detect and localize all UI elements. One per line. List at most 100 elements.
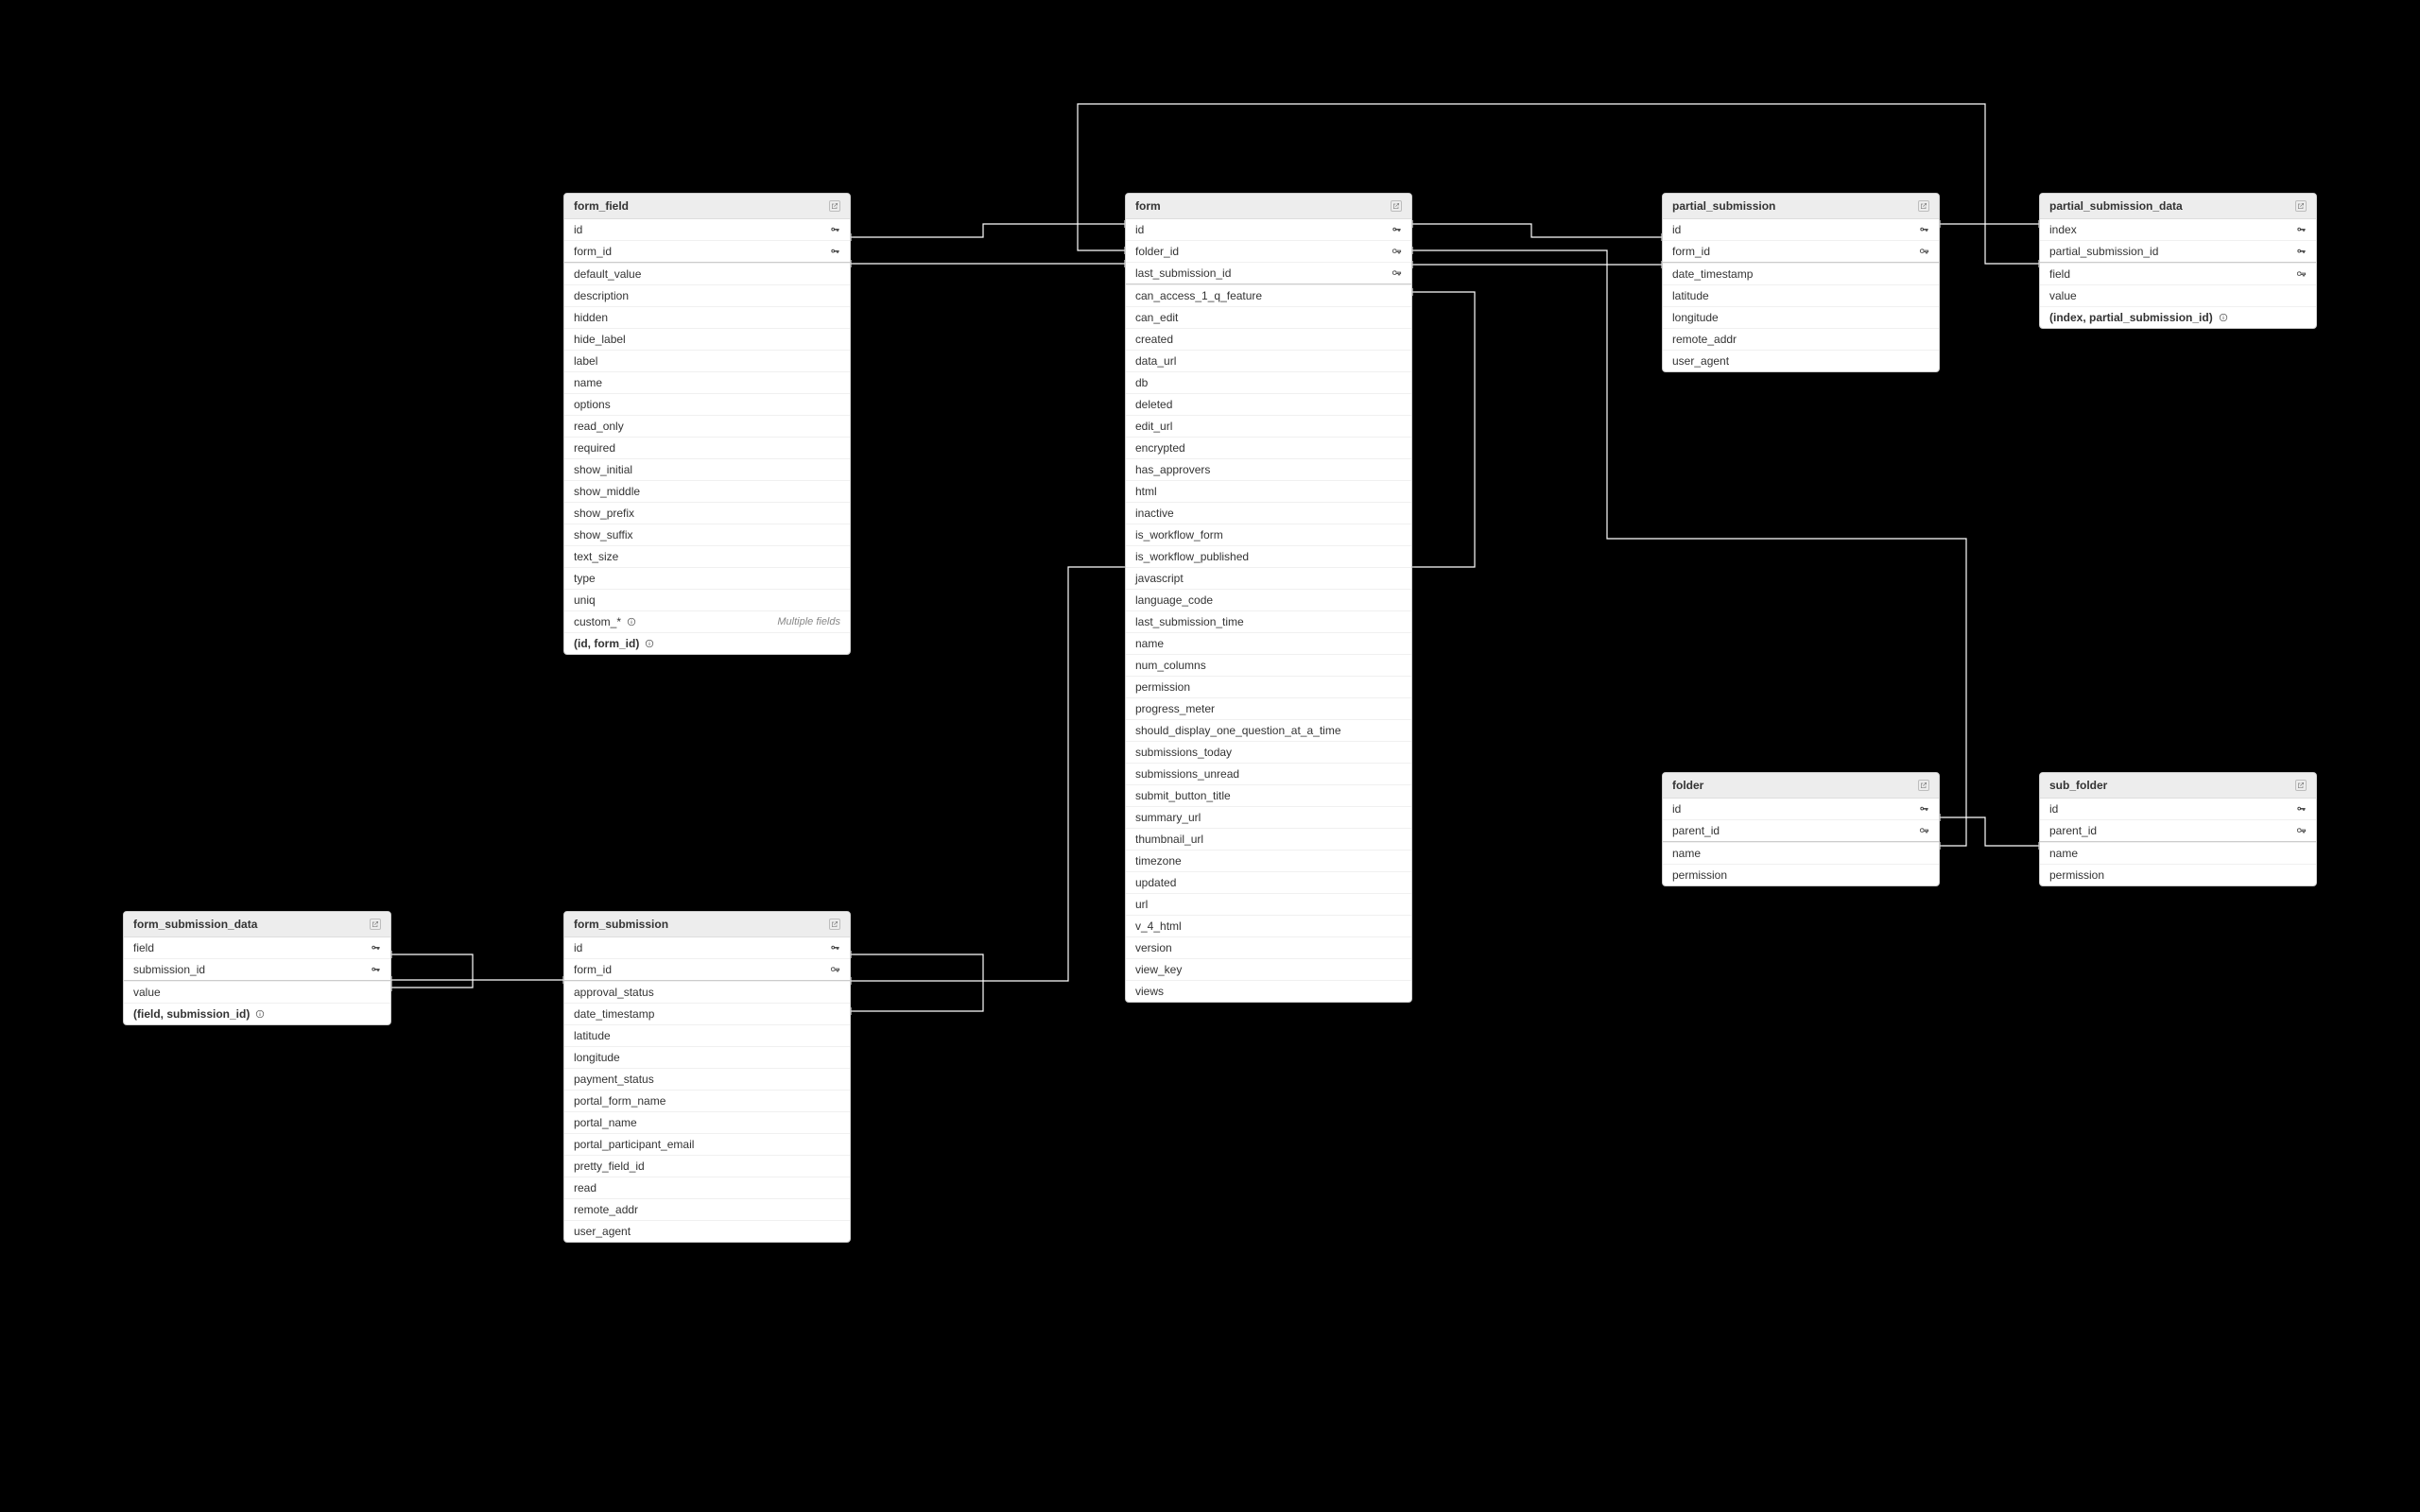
entity-row[interactable]: name xyxy=(1126,632,1411,654)
entity-form_submission_data[interactable]: form_submission_datafieldsubmission_idva… xyxy=(123,911,391,1025)
entity-row[interactable]: v_4_html xyxy=(1126,915,1411,936)
entity-row[interactable]: form_id xyxy=(1663,240,1939,262)
external-link-icon[interactable] xyxy=(829,919,840,930)
entity-row[interactable]: show_prefix xyxy=(564,502,850,524)
entity-row[interactable]: (index, partial_submission_id) xyxy=(2040,306,2316,328)
entity-row[interactable]: longitude xyxy=(1663,306,1939,328)
entity-row[interactable]: parent_id xyxy=(1663,819,1939,841)
entity-row[interactable]: should_display_one_question_at_a_time xyxy=(1126,719,1411,741)
entity-row[interactable]: data_url xyxy=(1126,350,1411,371)
entity-row[interactable]: value xyxy=(2040,284,2316,306)
entity-row[interactable]: name xyxy=(1663,842,1939,864)
entity-row[interactable]: view_key xyxy=(1126,958,1411,980)
entity-form_field[interactable]: form_fieldidform_iddefault_valuedescript… xyxy=(563,193,851,655)
entity-row[interactable]: thumbnail_url xyxy=(1126,828,1411,850)
entity-row[interactable]: submission_id xyxy=(124,958,390,980)
entity-row[interactable]: id xyxy=(564,937,850,958)
entity-header[interactable]: form_submission_data xyxy=(124,912,390,937)
entity-header[interactable]: folder xyxy=(1663,773,1939,799)
entity-row[interactable]: name xyxy=(2040,842,2316,864)
entity-form[interactable]: formidfolder_idlast_submission_idcan_acc… xyxy=(1125,193,1412,1003)
entity-row[interactable]: version xyxy=(1126,936,1411,958)
er-canvas[interactable]: form_fieldidform_iddefault_valuedescript… xyxy=(0,0,2420,1512)
entity-row[interactable]: user_agent xyxy=(564,1220,850,1242)
entity-row[interactable]: approval_status xyxy=(564,981,850,1003)
entity-row[interactable]: (id, form_id) xyxy=(564,632,850,654)
entity-row[interactable]: index xyxy=(2040,219,2316,240)
entity-row[interactable]: required xyxy=(564,437,850,458)
entity-row[interactable]: progress_meter xyxy=(1126,697,1411,719)
entity-row[interactable]: last_submission_time xyxy=(1126,610,1411,632)
entity-row[interactable]: created xyxy=(1126,328,1411,350)
entity-row[interactable]: description xyxy=(564,284,850,306)
entity-row[interactable]: views xyxy=(1126,980,1411,1002)
entity-row[interactable]: type xyxy=(564,567,850,589)
entity-partial_submission_data[interactable]: partial_submission_dataindexpartial_subm… xyxy=(2039,193,2317,329)
entity-row[interactable]: default_value xyxy=(564,263,850,284)
entity-row[interactable]: is_workflow_form xyxy=(1126,524,1411,545)
entity-row[interactable]: name xyxy=(564,371,850,393)
entity-row[interactable]: custom_*Multiple fields xyxy=(564,610,850,632)
entity-row[interactable]: summary_url xyxy=(1126,806,1411,828)
entity-row[interactable]: field xyxy=(2040,263,2316,284)
entity-row[interactable]: submissions_unread xyxy=(1126,763,1411,784)
entity-row[interactable]: html xyxy=(1126,480,1411,502)
entity-row[interactable]: portal_form_name xyxy=(564,1090,850,1111)
entity-row[interactable]: id xyxy=(564,219,850,240)
entity-row[interactable]: show_suffix xyxy=(564,524,850,545)
entity-row[interactable]: read xyxy=(564,1177,850,1198)
entity-row[interactable]: longitude xyxy=(564,1046,850,1068)
entity-row[interactable]: edit_url xyxy=(1126,415,1411,437)
external-link-icon[interactable] xyxy=(1391,200,1402,212)
entity-form_submission[interactable]: form_submissionidform_idapproval_statusd… xyxy=(563,911,851,1243)
entity-row[interactable]: portal_name xyxy=(564,1111,850,1133)
entity-header[interactable]: sub_folder xyxy=(2040,773,2316,799)
entity-row[interactable]: url xyxy=(1126,893,1411,915)
entity-row[interactable]: javascript xyxy=(1126,567,1411,589)
entity-row[interactable]: encrypted xyxy=(1126,437,1411,458)
entity-row[interactable]: text_size xyxy=(564,545,850,567)
entity-row[interactable]: deleted xyxy=(1126,393,1411,415)
entity-row[interactable]: language_code xyxy=(1126,589,1411,610)
entity-row[interactable]: latitude xyxy=(564,1024,850,1046)
entity-row[interactable]: partial_submission_id xyxy=(2040,240,2316,262)
entity-row[interactable]: id xyxy=(1663,219,1939,240)
entity-row[interactable]: user_agent xyxy=(1663,350,1939,371)
entity-row[interactable]: field xyxy=(124,937,390,958)
entity-row[interactable]: submissions_today xyxy=(1126,741,1411,763)
entity-folder[interactable]: folderidparent_idnamepermission xyxy=(1662,772,1940,886)
entity-row[interactable]: label xyxy=(564,350,850,371)
entity-header[interactable]: partial_submission_data xyxy=(2040,194,2316,219)
external-link-icon[interactable] xyxy=(829,200,840,212)
entity-row[interactable]: options xyxy=(564,393,850,415)
entity-row[interactable]: timezone xyxy=(1126,850,1411,871)
entity-header[interactable]: form xyxy=(1126,194,1411,219)
entity-header[interactable]: partial_submission xyxy=(1663,194,1939,219)
entity-row[interactable]: is_workflow_published xyxy=(1126,545,1411,567)
entity-header[interactable]: form_submission xyxy=(564,912,850,937)
entity-row[interactable]: form_id xyxy=(564,958,850,980)
external-link-icon[interactable] xyxy=(370,919,381,930)
entity-row[interactable]: (field, submission_id) xyxy=(124,1003,390,1024)
external-link-icon[interactable] xyxy=(2295,780,2307,791)
entity-row[interactable]: submit_button_title xyxy=(1126,784,1411,806)
external-link-icon[interactable] xyxy=(2295,200,2307,212)
entity-row[interactable]: hide_label xyxy=(564,328,850,350)
entity-row[interactable]: pretty_field_id xyxy=(564,1155,850,1177)
entity-row[interactable]: show_initial xyxy=(564,458,850,480)
entity-row[interactable]: latitude xyxy=(1663,284,1939,306)
entity-row[interactable]: date_timestamp xyxy=(1663,263,1939,284)
entity-row[interactable]: id xyxy=(2040,799,2316,819)
entity-row[interactable]: id xyxy=(1126,219,1411,240)
entity-row[interactable]: folder_id xyxy=(1126,240,1411,262)
entity-row[interactable]: remote_addr xyxy=(564,1198,850,1220)
entity-row[interactable]: last_submission_id xyxy=(1126,262,1411,284)
entity-row[interactable]: id xyxy=(1663,799,1939,819)
entity-row[interactable]: portal_participant_email xyxy=(564,1133,850,1155)
entity-row[interactable]: value xyxy=(124,981,390,1003)
entity-row[interactable]: num_columns xyxy=(1126,654,1411,676)
entity-row[interactable]: has_approvers xyxy=(1126,458,1411,480)
entity-row[interactable]: form_id xyxy=(564,240,850,262)
entity-row[interactable]: can_edit xyxy=(1126,306,1411,328)
entity-row[interactable]: can_access_1_q_feature xyxy=(1126,284,1411,306)
